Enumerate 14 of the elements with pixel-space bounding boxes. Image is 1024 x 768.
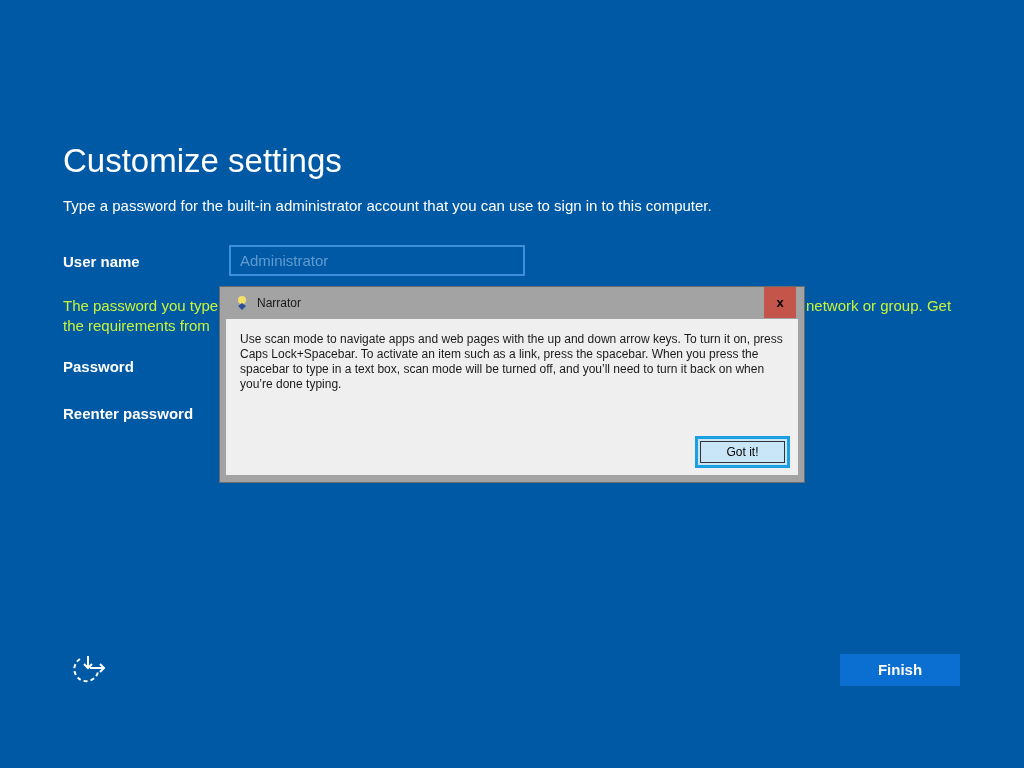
notice-text: The password you type (63, 296, 219, 316)
notice-text: network or group. Get (806, 296, 952, 316)
field-label: Reenter password (63, 404, 194, 424)
dialog-message: Use scan mode to navigate apps and web pages with the up and down arrow keys. To turn it on, press Caps Lock+Spacebar. To activate an item such as a link, press the spacebar. When you press the spacebar to type in a text box, scan mode will be turned off, and you’ll need to turn it back on when you’re done typing. (240, 332, 784, 392)
user-name-field[interactable]: Administrator (229, 245, 525, 276)
field-label: Password (63, 357, 134, 377)
description: Type a password for the built-in administrator account that you can use to sign in to this computer. (63, 196, 713, 216)
field-label: User name (63, 252, 140, 272)
close-button[interactable]: x (764, 287, 796, 318)
got-it-button[interactable]: Got it! (695, 436, 790, 468)
finish-button[interactable]: Finish (840, 654, 960, 686)
page-title: Customize settings (63, 141, 343, 181)
notice-text: the requirements from (63, 316, 210, 336)
dialog-title: Narrator (257, 295, 301, 312)
